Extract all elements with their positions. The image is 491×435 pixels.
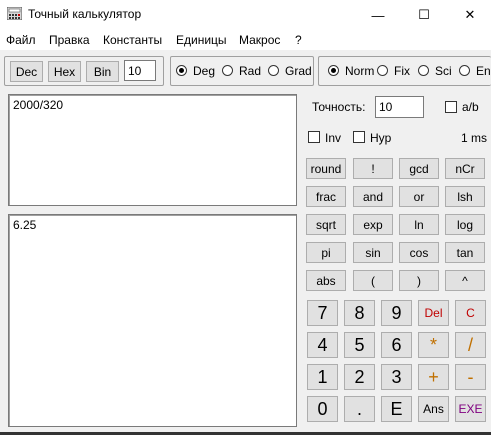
menu-macro[interactable]: Макрос [239, 33, 280, 47]
digit-5-button[interactable]: 5 [344, 332, 375, 358]
digit-7-button[interactable]: 7 [307, 300, 338, 326]
digit-8-button[interactable]: 8 [344, 300, 375, 326]
result-output[interactable]: 6.25 [8, 214, 297, 427]
digit-1-button[interactable]: 1 [307, 364, 338, 390]
ncr-button[interactable]: nCr [445, 158, 485, 179]
abs-button[interactable]: abs [306, 270, 346, 291]
digit-9-button[interactable]: 9 [381, 300, 412, 326]
eng-label: Eng [476, 64, 491, 78]
expression-input[interactable]: 2000/320 [8, 94, 297, 206]
lsh-button[interactable]: lsh [445, 186, 485, 207]
window-title: Точный калькулятор [28, 7, 142, 21]
eng-radio[interactable] [459, 65, 470, 76]
cos-button[interactable]: cos [399, 242, 439, 263]
rad-label: Rad [239, 64, 262, 78]
menu-edit[interactable]: Правка [49, 33, 90, 47]
digit-2-button[interactable]: 2 [344, 364, 375, 390]
menu-units[interactable]: Единицы [176, 33, 227, 47]
precision-label: Точность: [312, 100, 366, 114]
ln-button[interactable]: ln [399, 214, 439, 235]
digit-0-button[interactable]: 0 [307, 396, 338, 422]
sci-radio[interactable] [418, 65, 429, 76]
menu-file[interactable]: Файл [6, 33, 36, 47]
close-button[interactable]: ✕ [447, 0, 491, 30]
power-button[interactable]: ^ [445, 270, 485, 291]
digit-4-button[interactable]: 4 [307, 332, 338, 358]
base-input[interactable] [124, 60, 156, 81]
minimize-button[interactable]: — [355, 0, 401, 30]
hyp-label: Hyp [370, 131, 392, 145]
digit-6-button[interactable]: 6 [381, 332, 412, 358]
gcd-button[interactable]: gcd [399, 158, 439, 179]
bin-button[interactable]: Bin [86, 61, 119, 82]
multiply-button[interactable]: * [418, 332, 449, 358]
maximize-button[interactable]: ☐ [401, 0, 447, 30]
frac-button[interactable]: frac [306, 186, 346, 207]
inv-label: Inv [325, 131, 342, 145]
digit-3-button[interactable]: 3 [381, 364, 412, 390]
menu-help[interactable]: ? [295, 33, 302, 47]
minus-button[interactable]: - [455, 364, 486, 390]
hex-button[interactable]: Hex [48, 61, 81, 82]
rad-radio[interactable] [222, 65, 233, 76]
decimal-point-button[interactable]: . [344, 396, 375, 422]
hyp-checkbox[interactable] [353, 131, 365, 143]
or-button[interactable]: or [399, 186, 439, 207]
plus-button[interactable]: + [418, 364, 449, 390]
calculator-app-icon [7, 7, 22, 20]
exp-button[interactable]: exp [353, 214, 393, 235]
log-button[interactable]: log [445, 214, 485, 235]
timing-label: 1 ms [461, 131, 488, 145]
sqrt-button[interactable]: sqrt [306, 214, 346, 235]
deg-radio[interactable] [176, 65, 187, 76]
norm-radio[interactable] [328, 65, 339, 76]
sci-label: Sci [435, 64, 452, 78]
deg-label: Deg [193, 64, 216, 78]
pi-button[interactable]: pi [306, 242, 346, 263]
delete-button[interactable]: Del [418, 300, 449, 326]
norm-label: Norm [345, 64, 375, 78]
exponent-button[interactable]: E [381, 396, 412, 422]
dec-button[interactable]: Dec [10, 61, 43, 82]
tan-button[interactable]: tan [445, 242, 485, 263]
close-paren-button[interactable]: ) [399, 270, 439, 291]
fix-label: Fix [394, 64, 410, 78]
and-button[interactable]: and [353, 186, 393, 207]
grad-radio[interactable] [268, 65, 279, 76]
divide-button[interactable]: / [455, 332, 486, 358]
grad-label: Grad [285, 64, 312, 78]
precision-input[interactable] [375, 96, 424, 118]
round-button[interactable]: round [306, 158, 346, 179]
menu-constants[interactable]: Константы [103, 33, 162, 47]
factorial-button[interactable]: ! [353, 158, 393, 179]
inv-checkbox[interactable] [308, 131, 320, 143]
ans-button[interactable]: Ans [418, 396, 449, 422]
sin-button[interactable]: sin [353, 242, 393, 263]
fraction-label: a/b [462, 100, 479, 114]
fraction-checkbox[interactable] [445, 101, 457, 113]
clear-button[interactable]: C [455, 300, 486, 326]
fix-radio[interactable] [377, 65, 388, 76]
open-paren-button[interactable]: ( [353, 270, 393, 291]
execute-button[interactable]: EXE [455, 396, 486, 422]
